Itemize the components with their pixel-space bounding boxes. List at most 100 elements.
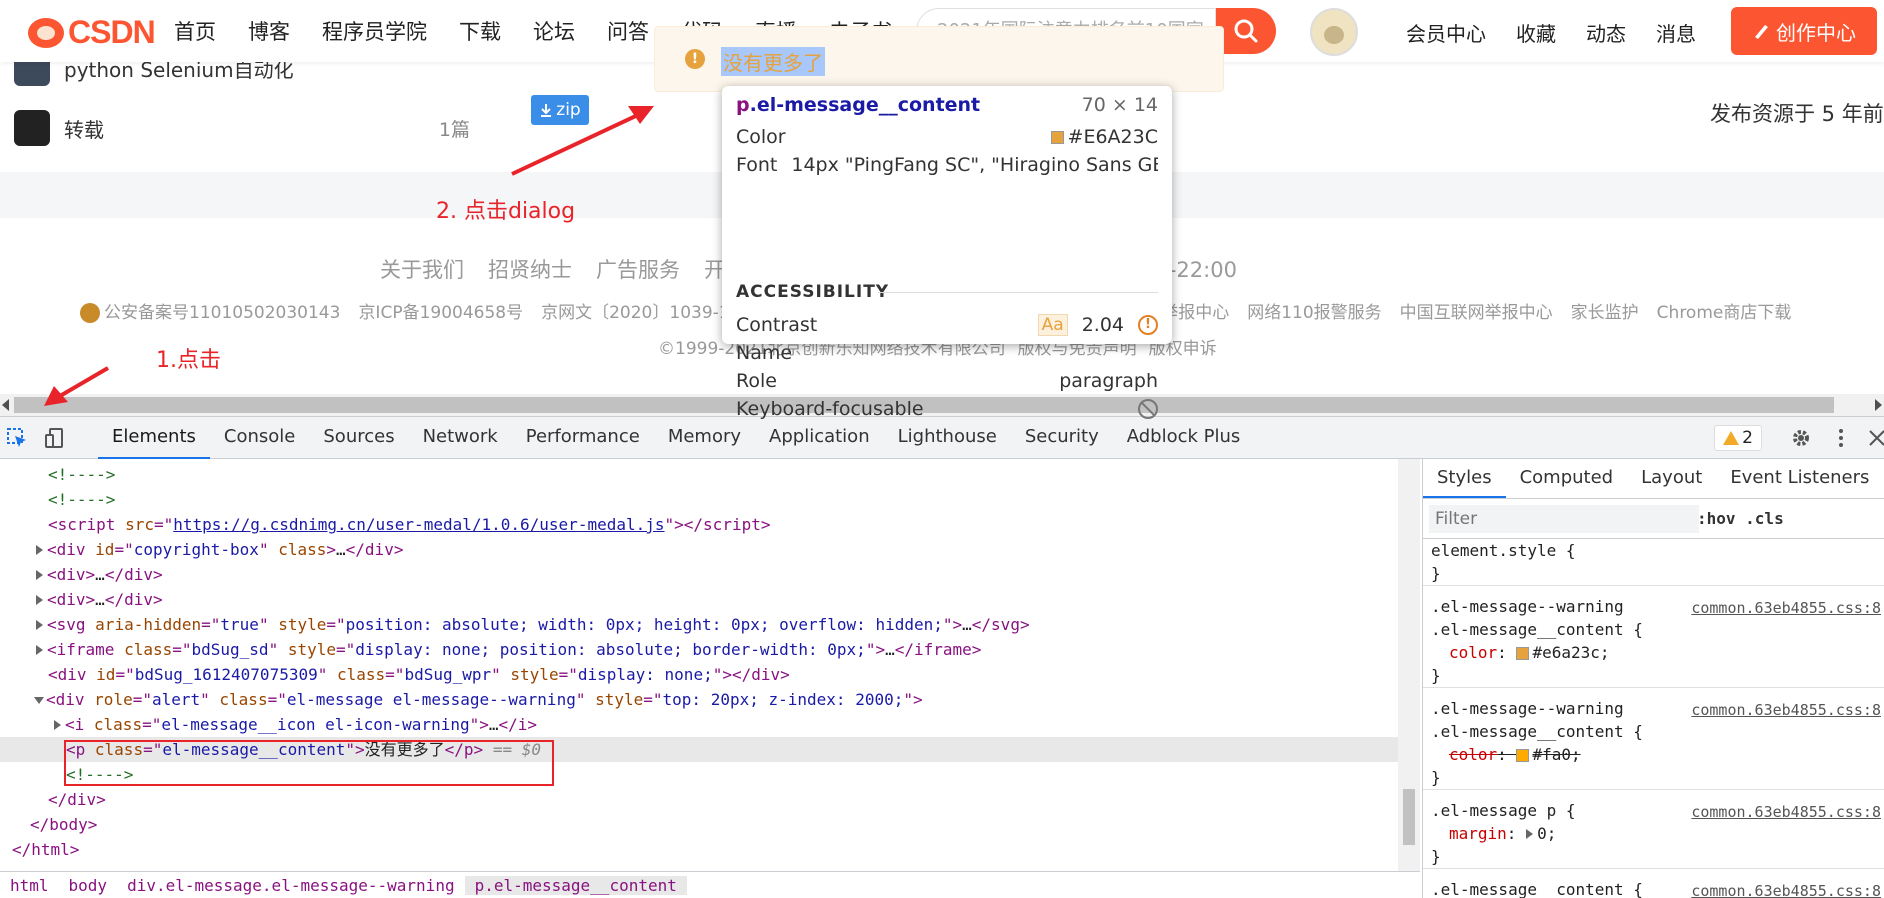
breadcrumb-item[interactable]: html <box>0 876 59 895</box>
inspect-element-icon[interactable] <box>6 427 28 449</box>
device-toolbar-icon[interactable] <box>44 427 66 449</box>
devtools-tab-memory[interactable]: Memory <box>654 417 755 459</box>
dom-node[interactable]: </body> <box>0 812 1400 837</box>
devtools-tab-network[interactable]: Network <box>409 417 512 459</box>
style-rule[interactable]: .el-message__content {common.63eb4855.cs… <box>1423 878 1884 898</box>
style-property[interactable]: color: #e6a23c; <box>1423 641 1884 664</box>
footer-link[interactable]: 京ICP备19004658号 <box>358 298 523 323</box>
rule-source-link[interactable]: common.63eb4855.css:8 <box>1691 882 1881 898</box>
devtools-tab-sources[interactable]: Sources <box>309 417 408 459</box>
csdn-logo[interactable]: CSDN <box>28 14 156 51</box>
footer-link[interactable]: 中国互联网举报中心 <box>1400 298 1553 323</box>
contrast-badge: Aa <box>1037 314 1068 336</box>
create-center-button[interactable]: 创作中心 <box>1731 7 1877 55</box>
rule-source-link[interactable]: common.63eb4855.css:8 <box>1691 803 1881 821</box>
dom-node[interactable]: <div id="copyright-box" class>…</div> <box>0 537 1400 562</box>
footer-link[interactable]: 网络110报警服务 <box>1247 298 1381 323</box>
dom-node[interactable]: <div id="bdSug_1612407075309" class="bdS… <box>0 662 1400 687</box>
breadcrumb-item[interactable]: p.el-message__content <box>464 876 687 895</box>
footer-link[interactable]: 公安备案号11010502030143 <box>80 298 340 323</box>
accessibility-heading: ACCESSIBILITY <box>736 282 890 302</box>
nav-link[interactable]: 论坛 <box>533 16 575 46</box>
expand-icon[interactable] <box>1526 829 1534 839</box>
styles-tab-styles[interactable]: Styles <box>1423 459 1506 498</box>
devtools-tab-security[interactable]: Security <box>1011 417 1113 459</box>
dom-node[interactable]: <!----> <box>0 487 1400 512</box>
color-swatch-icon[interactable] <box>1516 749 1530 762</box>
nav-link[interactable]: 首页 <box>174 16 216 46</box>
dom-node[interactable]: <div>…</div> <box>0 587 1400 612</box>
user-avatar[interactable] <box>1310 8 1358 56</box>
pen-icon <box>1755 25 1768 39</box>
hov-cls-toggles[interactable]: :hov .cls <box>1697 509 1784 528</box>
warning-message[interactable]: ! 没有更多了 <box>654 26 1224 92</box>
dom-node[interactable]: <script src="https://g.csdnimg.cn/user-m… <box>0 512 1400 537</box>
devtools-tab-console[interactable]: Console <box>210 417 309 459</box>
style-rule[interactable]: .el-message--warning .el-message__content… <box>1423 595 1884 688</box>
style-rule[interactable]: element.style {} <box>1423 539 1884 586</box>
message-text[interactable]: 没有更多了 <box>721 47 825 76</box>
style-property[interactable]: color: #fa0; <box>1423 743 1884 766</box>
tooltip-focusable-row: Keyboard-focusable <box>736 398 1158 420</box>
devtools-tab-application[interactable]: Application <box>755 417 884 459</box>
styles-tabs: Styles Computed Layout Event Listeners <box>1423 459 1884 499</box>
nav-link[interactable]: 博客 <box>248 16 290 46</box>
devtools-tab-performance[interactable]: Performance <box>512 417 654 459</box>
scroll-right-icon[interactable] <box>1875 399 1882 411</box>
nav-link[interactable]: 问答 <box>607 16 649 46</box>
devtools-tab-adblock-plus[interactable]: Adblock Plus <box>1113 417 1255 459</box>
footer-link[interactable]: 家长监护 <box>1571 298 1639 323</box>
search-button[interactable] <box>1216 8 1276 54</box>
footer-link[interactable]: 广告服务 <box>596 254 680 284</box>
style-rule[interactable]: .el-message p {common.63eb4855.css:8 marg… <box>1423 799 1884 869</box>
police-badge-icon <box>80 303 100 323</box>
nav-link[interactable]: 下载 <box>459 16 501 46</box>
elements-scrollbar[interactable] <box>1398 459 1420 871</box>
rule-close: } <box>1431 564 1441 583</box>
rule-source-link[interactable]: common.63eb4855.css:8 <box>1691 701 1881 719</box>
styles-tab-layout[interactable]: Layout <box>1627 459 1716 498</box>
dom-node[interactable]: <iframe class="bdSug_sd" style="display:… <box>0 637 1400 662</box>
footer-link[interactable]: 关于我们 <box>380 254 464 284</box>
zip-badge[interactable]: zip <box>531 95 589 125</box>
styles-tab-computed[interactable]: Computed <box>1506 459 1628 498</box>
dom-node[interactable]: <svg aria-hidden="true" style="position:… <box>0 612 1400 637</box>
user-link[interactable]: 消息 <box>1656 18 1696 47</box>
color-swatch-icon[interactable] <box>1516 647 1530 660</box>
styles-tab-event-listeners[interactable]: Event Listeners <box>1716 459 1883 498</box>
style-rule[interactable]: .el-message--warning .el-message__content… <box>1423 697 1884 790</box>
more-menu-icon[interactable] <box>1830 427 1852 449</box>
user-link[interactable]: 动态 <box>1586 18 1626 47</box>
footer-link[interactable]: 招贤纳士 <box>488 254 572 284</box>
settings-gear-icon[interactable] <box>1790 427 1812 449</box>
close-devtools-icon[interactable] <box>1866 427 1884 449</box>
style-property[interactable]: margin: 0; <box>1423 822 1884 845</box>
warnings-badge[interactable]: 2 <box>1714 425 1762 451</box>
footer-link[interactable]: Chrome商店下载 <box>1657 298 1792 323</box>
dom-node[interactable]: <div role="alert" class="el-message el-m… <box>0 687 1400 712</box>
dom-node[interactable]: <div>…</div> <box>0 562 1400 587</box>
dom-node[interactable]: </div> <box>0 787 1400 812</box>
user-link[interactable]: 收藏 <box>1516 18 1556 47</box>
warning-count: 2 <box>1742 428 1753 448</box>
rule-selector: .el-message__content { <box>1431 722 1643 741</box>
rule-source-link[interactable]: common.63eb4855.css:8 <box>1691 599 1881 617</box>
nav-link[interactable]: 程序员学院 <box>322 16 427 46</box>
category-icon <box>14 110 50 146</box>
devtools-tab-elements[interactable]: Elements <box>98 417 210 459</box>
divider <box>878 292 1158 293</box>
breadcrumb-item[interactable]: div.el-message.el-message--warning <box>117 876 465 895</box>
dom-node[interactable]: </html> <box>0 837 1400 862</box>
rule-close: } <box>1431 666 1441 685</box>
footer-link-text: 公安备案号11010502030143 <box>104 303 341 323</box>
tooltip-color-row: Color #E6A23C <box>736 126 1158 148</box>
styles-filter-input[interactable] <box>1429 505 1699 533</box>
devtools-tab-lighthouse[interactable]: Lighthouse <box>884 417 1011 459</box>
breadcrumb-item[interactable]: body <box>59 876 118 895</box>
scroll-left-icon[interactable] <box>2 399 9 411</box>
dom-node[interactable]: <!----> <box>0 462 1400 487</box>
scrollbar-thumb[interactable] <box>1403 789 1415 845</box>
category-item[interactable]: 转载 1篇 <box>14 110 470 146</box>
dom-node[interactable]: <i class="el-message__icon el-icon-warni… <box>0 712 1400 737</box>
user-link[interactable]: 会员中心 <box>1406 18 1486 47</box>
